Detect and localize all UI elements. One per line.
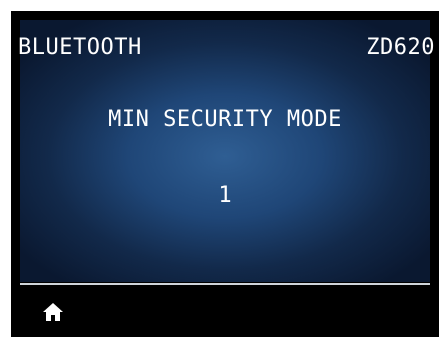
home-icon (41, 300, 65, 324)
footer-divider (20, 283, 430, 285)
printer-model: ZD620 (366, 35, 435, 60)
setting-name: MIN SECURITY MODE (108, 107, 342, 132)
menu-title: BLUETOOTH (18, 35, 142, 60)
setting-value[interactable]: 1 (11, 183, 439, 209)
home-button[interactable] (41, 300, 65, 324)
printer-display: BLUETOOTH ZD620 MIN SECURITY MODE 1 (11, 11, 439, 337)
